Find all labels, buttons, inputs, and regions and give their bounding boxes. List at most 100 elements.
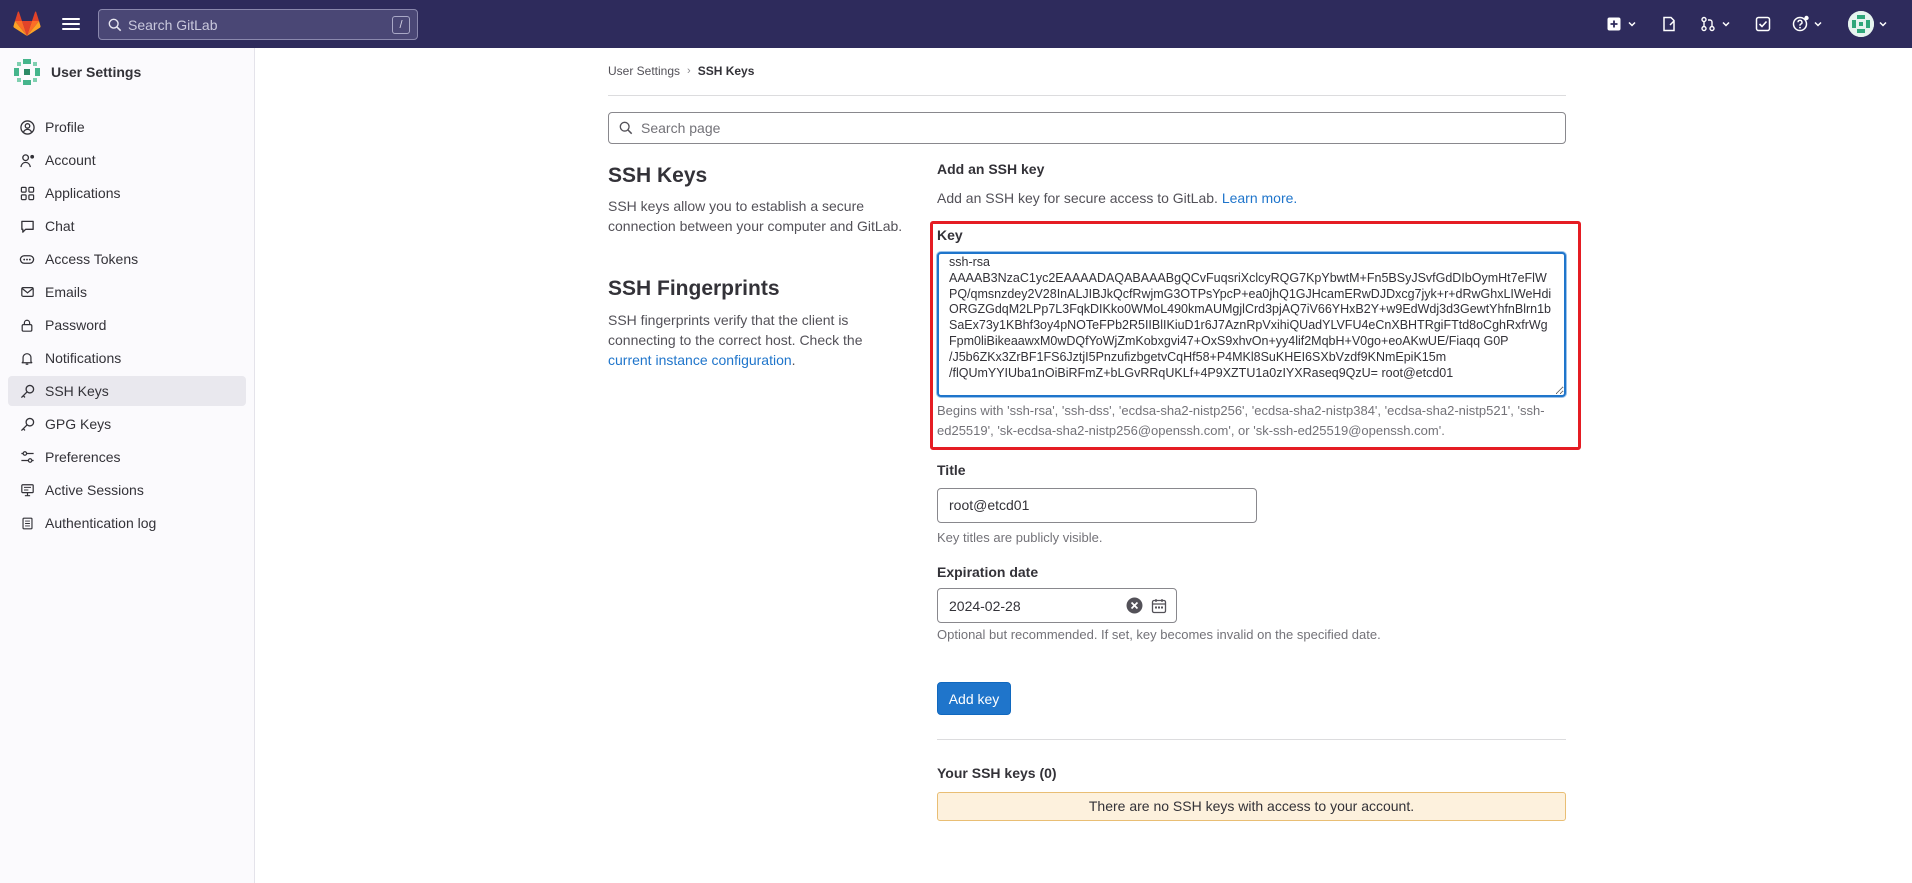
chevron-right-icon: › (687, 65, 691, 77)
sidebar-item-label: Access Tokens (45, 251, 139, 267)
divider (937, 739, 1566, 740)
sidebar-item-chat[interactable]: Chat (8, 211, 246, 241)
sidebar-item-password[interactable]: Password (8, 310, 246, 340)
expiration-date-value: 2024-02-28 (949, 597, 1021, 614)
chevron-down-icon (1628, 21, 1636, 27)
sidebar-item-label: GPG Keys (45, 416, 112, 432)
section-title-ssh-keys: SSH Keys (608, 164, 708, 187)
sidebar-item-preferences[interactable]: Preferences (8, 442, 246, 472)
search-placeholder: Search GitLab (128, 16, 218, 33)
key-help-text: Begins with 'ssh-rsa', 'ssh-dss', 'ecdsa… (937, 403, 1545, 438)
page-search-input[interactable]: Search page (608, 112, 1566, 144)
breadcrumb-current[interactable]: SSH Keys (698, 64, 755, 78)
menu-toggle-icon[interactable] (62, 15, 80, 33)
sidebar-title: User Settings (51, 64, 142, 80)
sidebar-item-label: Preferences (45, 449, 121, 465)
title-help-text: Key titles are publicly visible. (937, 530, 1103, 545)
create-new-button[interactable] (1606, 14, 1638, 34)
sidebar-item-label: Account (45, 152, 96, 168)
add-ssh-key-intro: Add an SSH key for secure access to GitL… (937, 190, 1297, 206)
help-button[interactable] (1792, 14, 1824, 34)
sidebar-item-label: Profile (45, 119, 85, 135)
user-avatar[interactable] (1848, 11, 1874, 37)
mail-icon (20, 287, 34, 297)
log-icon (21, 517, 33, 529)
sidebar-item-label: Active Sessions (45, 482, 144, 498)
sidebar-item-label: Chat (45, 218, 75, 234)
top-bar: Search GitLab / (0, 0, 1912, 48)
chevron-down-icon[interactable] (1877, 18, 1889, 30)
merge-requests-button[interactable] (1700, 14, 1732, 34)
sidebar-item-emails[interactable]: Emails (8, 277, 246, 307)
sidebar-item-label: Emails (45, 284, 88, 300)
user-identicon-icon (14, 59, 40, 85)
sidebar-item-authentication-log[interactable]: Authentication log (8, 508, 246, 538)
calendar-icon[interactable] (1151, 598, 1167, 614)
sidebar-item-applications[interactable]: Applications (8, 178, 246, 208)
breadcrumb: User Settings › SSH Keys (608, 64, 754, 78)
page-search-placeholder: Search page (641, 120, 721, 136)
todos-button[interactable] (1755, 14, 1771, 34)
key-icon (20, 384, 34, 398)
add-key-button[interactable]: Add key (937, 682, 1011, 715)
title-label: Title (937, 462, 966, 478)
chevron-down-icon (1814, 21, 1822, 27)
issues-button[interactable] (1661, 14, 1677, 34)
search-shortcut-badge: / (392, 16, 410, 34)
section-description-ssh-keys: SSH keys allow you to establish a secure… (608, 198, 903, 234)
chevron-down-icon (1722, 21, 1730, 27)
key-textarea[interactable]: ssh-rsa AAAAB3NzaC1yc2EAAAADAQABAAABgQCv… (937, 252, 1566, 397)
lock-icon (21, 319, 33, 332)
preferences-icon (20, 451, 34, 463)
sidebar-item-gpg-keys[interactable]: GPG Keys (8, 409, 246, 439)
expiration-date-label: Expiration date (937, 564, 1039, 580)
global-search-input[interactable]: Search GitLab / (98, 9, 418, 40)
todo-check-icon (1755, 16, 1771, 32)
fingerprints-text-end: . (791, 352, 796, 368)
divider (608, 95, 1566, 96)
expiration-date-input[interactable]: 2024-02-28 (937, 588, 1177, 623)
sidebar-item-label: Notifications (45, 350, 122, 366)
sidebar-item-label: SSH Keys (45, 383, 109, 399)
your-ssh-keys-heading: Your SSH keys (0) (937, 765, 1057, 781)
expiration-help-text: Optional but recommended. If set, key be… (937, 627, 1381, 642)
search-icon (619, 121, 633, 135)
profile-icon (19, 119, 35, 135)
monitor-icon (20, 484, 34, 497)
plus-square-icon (1607, 17, 1621, 31)
key-label: Key (937, 227, 963, 243)
sidebar: User Settings Profile Account Applicatio… (0, 48, 255, 883)
add-ssh-key-heading: Add an SSH key (937, 161, 1045, 177)
applications-icon (20, 186, 34, 200)
section-title-ssh-fingerprints: SSH Fingerprints (608, 277, 780, 300)
clear-icon[interactable] (1126, 597, 1143, 614)
sidebar-item-label: Password (45, 317, 107, 333)
sidebar-item-access-tokens[interactable]: Access Tokens (8, 244, 246, 274)
empty-keys-notice: There are no SSH keys with access to you… (937, 792, 1566, 821)
issues-icon (1663, 16, 1675, 32)
sidebar-item-label: Applications (45, 185, 121, 201)
sidebar-item-ssh-keys[interactable]: SSH Keys (8, 376, 246, 406)
sidebar-item-profile[interactable]: Profile (8, 112, 246, 142)
fingerprints-text: SSH fingerprints verify that the client … (608, 312, 863, 348)
section-description-ssh-fingerprints: SSH fingerprints verify that the client … (608, 310, 878, 370)
title-input[interactable]: root@etcd01 (937, 488, 1257, 523)
instance-configuration-link[interactable]: current instance configuration (608, 352, 792, 368)
search-icon (108, 18, 122, 31)
sidebar-item-notifications[interactable]: Notifications (8, 343, 246, 373)
sidebar-item-account[interactable]: Account (8, 145, 246, 175)
identicon-icon (1848, 11, 1874, 37)
sidebar-item-active-sessions[interactable]: Active Sessions (8, 475, 246, 505)
key-icon (20, 417, 34, 431)
intro-text: Add an SSH key for secure access to GitL… (937, 190, 1218, 206)
sidebar-item-label: Authentication log (45, 515, 157, 531)
gitlab-logo-icon[interactable] (13, 11, 41, 37)
help-icon (1792, 15, 1809, 32)
bell-icon (21, 352, 33, 365)
breadcrumb-link-user-settings[interactable]: User Settings (608, 64, 680, 78)
merge-request-icon (1701, 16, 1715, 32)
token-icon (19, 254, 35, 264)
learn-more-link[interactable]: Learn more. (1222, 190, 1297, 206)
account-icon (19, 153, 34, 167)
sidebar-header[interactable]: User Settings (12, 57, 141, 87)
